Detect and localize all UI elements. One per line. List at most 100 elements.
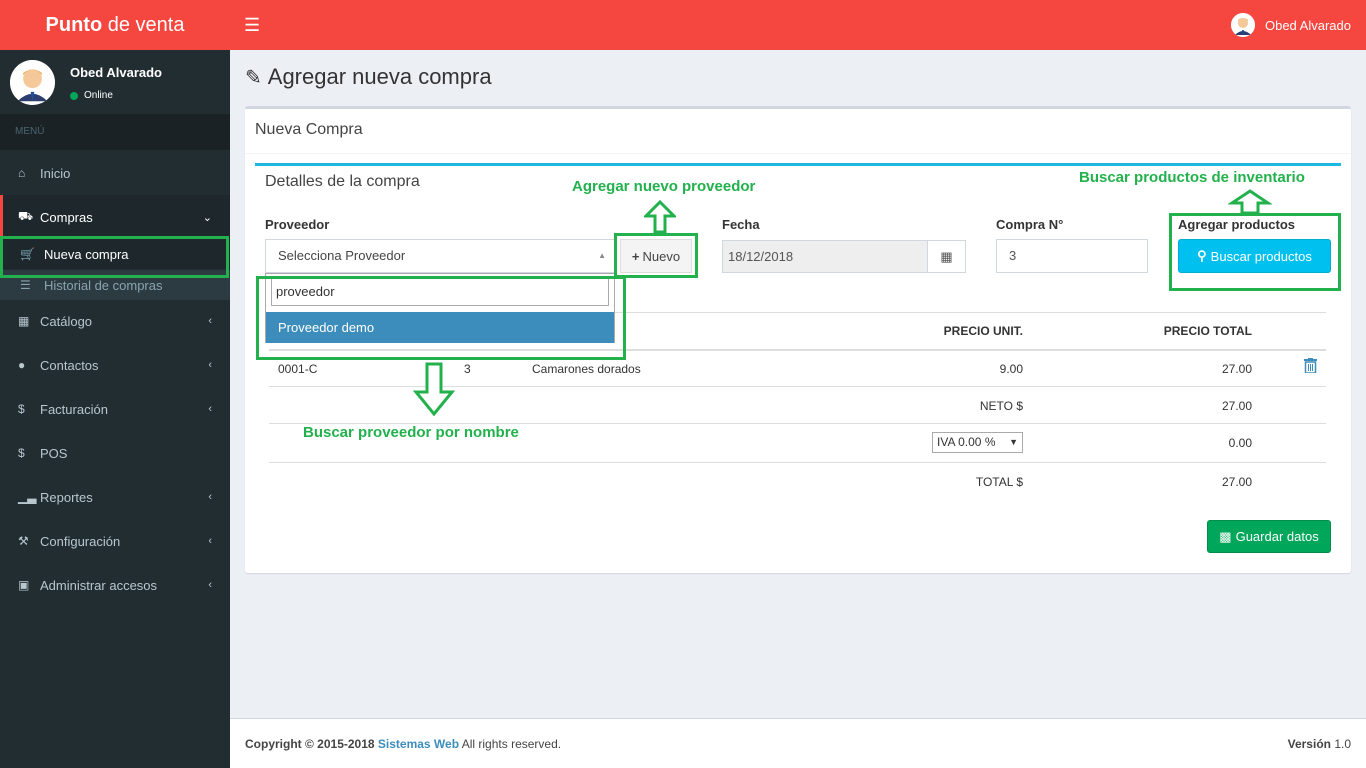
truck-icon: ⛟ [18, 209, 34, 223]
sidebar-item-pos[interactable]: $ POS [0, 431, 230, 475]
arrow-up-icon [1228, 189, 1272, 215]
chevron-left-icon: ‹ [208, 579, 212, 591]
avatar [10, 60, 55, 105]
list-icon: ☰ [20, 278, 31, 292]
footer: Copyright © 2015-2018 Sistemas Web All r… [230, 718, 1366, 768]
chevron-left-icon: ‹ [208, 359, 212, 371]
annotation-search-inventory: Buscar productos de inventario [1079, 169, 1305, 186]
sidebar-item-catalogo[interactable]: ▦ Catálogo ‹ [0, 299, 230, 343]
online-dot-icon [70, 91, 78, 100]
details-title: Detalles de la compra [265, 173, 420, 190]
highlight-supplier-dropdown [256, 276, 626, 360]
arrow-down-icon [413, 362, 455, 416]
row-unit-price: 9.00 [999, 362, 1023, 376]
sidebar-item-configuracion[interactable]: ⚒ Configuración ‹ [0, 519, 230, 563]
lock-icon: ▣ [18, 578, 30, 592]
sidebar-item-label: Inicio [40, 165, 71, 181]
status-text: Online [84, 90, 113, 101]
date-field[interactable]: 18/12/2018 [722, 240, 928, 273]
version-label: Versión [1287, 737, 1331, 751]
sidebar-item-label: Facturación [40, 401, 108, 417]
save-button[interactable]: ▩ Guardar datos [1207, 520, 1331, 553]
user-menu[interactable]: Obed Alvarado [1230, 13, 1351, 37]
box-divider [245, 153, 1351, 154]
copyright-text: Copyright © 2015-2018 [245, 737, 378, 751]
version-value: 1.0 [1330, 737, 1351, 751]
column-header-total-price: PRECIO TOTAL [1163, 324, 1252, 338]
proveedor-select-text: Selecciona Proveedor [278, 248, 406, 263]
save-icon: ▩ [1219, 528, 1232, 544]
sidebar-item-contactos[interactable]: ● Contactos ‹ [0, 343, 230, 387]
proveedor-label: Proveedor [265, 217, 330, 232]
grid-icon: ▦ [18, 314, 30, 328]
sidebar-item-label: Historial de compras [44, 277, 163, 293]
user-panel: Obed Alvarado Online [0, 50, 230, 114]
home-icon: ⌂ [18, 166, 26, 180]
trash-icon[interactable] [1304, 358, 1317, 376]
row-total-price: 27.00 [1221, 362, 1252, 376]
sidebar-item-inicio[interactable]: ⌂ Inicio [0, 151, 230, 195]
sidebar-item-compras[interactable]: ⛟ Compras ⌄ [0, 195, 230, 239]
iva-select[interactable]: IVA 0.00 % ▼ [932, 432, 1023, 453]
edit-icon: ✎ [245, 66, 262, 89]
caret-down-icon: ▼ [1009, 437, 1018, 447]
sidebar-user-name: Obed Alvarado [70, 65, 162, 80]
sidebar-toggle-icon[interactable]: ☰ [244, 15, 260, 35]
sidebar-item-label: POS [40, 445, 68, 461]
company-link[interactable]: Sistemas Web [378, 737, 459, 751]
menu-header: MENÚ [0, 114, 230, 150]
sidebar-item-label: Compras [40, 209, 93, 225]
compra-number-input[interactable]: 3 [996, 239, 1148, 273]
chevron-left-icon: ‹ [208, 535, 212, 547]
bar-chart-icon: ▁▃ [18, 490, 37, 504]
sidebar-item-label: Administrar accesos [40, 577, 158, 593]
row-code: 0001-C [278, 362, 318, 376]
app-logo[interactable]: Punto de venta [0, 0, 230, 50]
copyright: Copyright © 2015-2018 Sistemas Web All r… [245, 737, 561, 751]
sidebar-item-facturacion[interactable]: $ Facturación ‹ [0, 387, 230, 431]
sidebar-item-label: Catálogo [40, 313, 93, 329]
highlight-nueva-compra [0, 236, 229, 278]
version: Versión 1.0 [1288, 737, 1351, 751]
sidebar-item-label: Contactos [40, 357, 99, 373]
box-title: Nueva Compra [255, 121, 363, 138]
neto-label: NETO $ [979, 399, 1023, 413]
row-divider [269, 462, 1326, 463]
chevron-left-icon: ‹ [208, 403, 212, 415]
save-label: Guardar datos [1235, 529, 1319, 544]
arrow-up-icon [644, 200, 676, 234]
dollar-icon: $ [18, 402, 25, 416]
row-description: Camarones dorados [532, 362, 641, 376]
status-badge: Online [70, 90, 113, 101]
sidebar-item-administrar-accesos[interactable]: ▣ Administrar accesos ‹ [0, 563, 230, 607]
highlight-search-products [1169, 213, 1341, 291]
neto-value: 27.00 [1221, 399, 1252, 413]
chevron-down-icon: ⌄ [202, 211, 212, 224]
sidebar-item-label: Configuración [40, 533, 121, 549]
avatar [1230, 13, 1255, 37]
rights-text: All rights reserved. [459, 737, 562, 751]
user-name: Obed Alvarado [1264, 17, 1351, 33]
column-header-unit-price: PRECIO UNIT. [943, 324, 1023, 338]
caret-up-icon: ▲ [598, 251, 606, 260]
calendar-icon[interactable]: ▦ [927, 240, 966, 273]
annotation-new-supplier: Agregar nuevo proveedor [572, 178, 756, 195]
sidebar-item-reportes[interactable]: ▁▃ Reportes ‹ [0, 475, 230, 519]
total-value: 27.00 [1221, 475, 1252, 489]
top-header: Punto de venta ☰ Obed Alvarado [0, 0, 1366, 50]
row-qty: 3 [464, 362, 471, 376]
dollar-icon: $ [18, 446, 25, 460]
total-label: TOTAL $ [975, 475, 1023, 489]
chevron-left-icon: ‹ [208, 491, 212, 503]
page-title: ✎ Agregar nueva compra [245, 64, 492, 90]
page-title-text: Agregar nueva compra [267, 64, 492, 89]
wrench-icon: ⚒ [18, 534, 29, 548]
chevron-left-icon: ‹ [208, 315, 212, 327]
logo-bold: Punto [45, 14, 103, 36]
user-icon: ● [18, 358, 26, 372]
iva-value: 0.00 [1228, 436, 1252, 450]
fecha-label: Fecha [722, 217, 760, 232]
highlight-new-supplier [614, 233, 698, 278]
proveedor-select[interactable]: Selecciona Proveedor ▲ [265, 239, 615, 273]
logo-rest: de venta [102, 14, 185, 36]
